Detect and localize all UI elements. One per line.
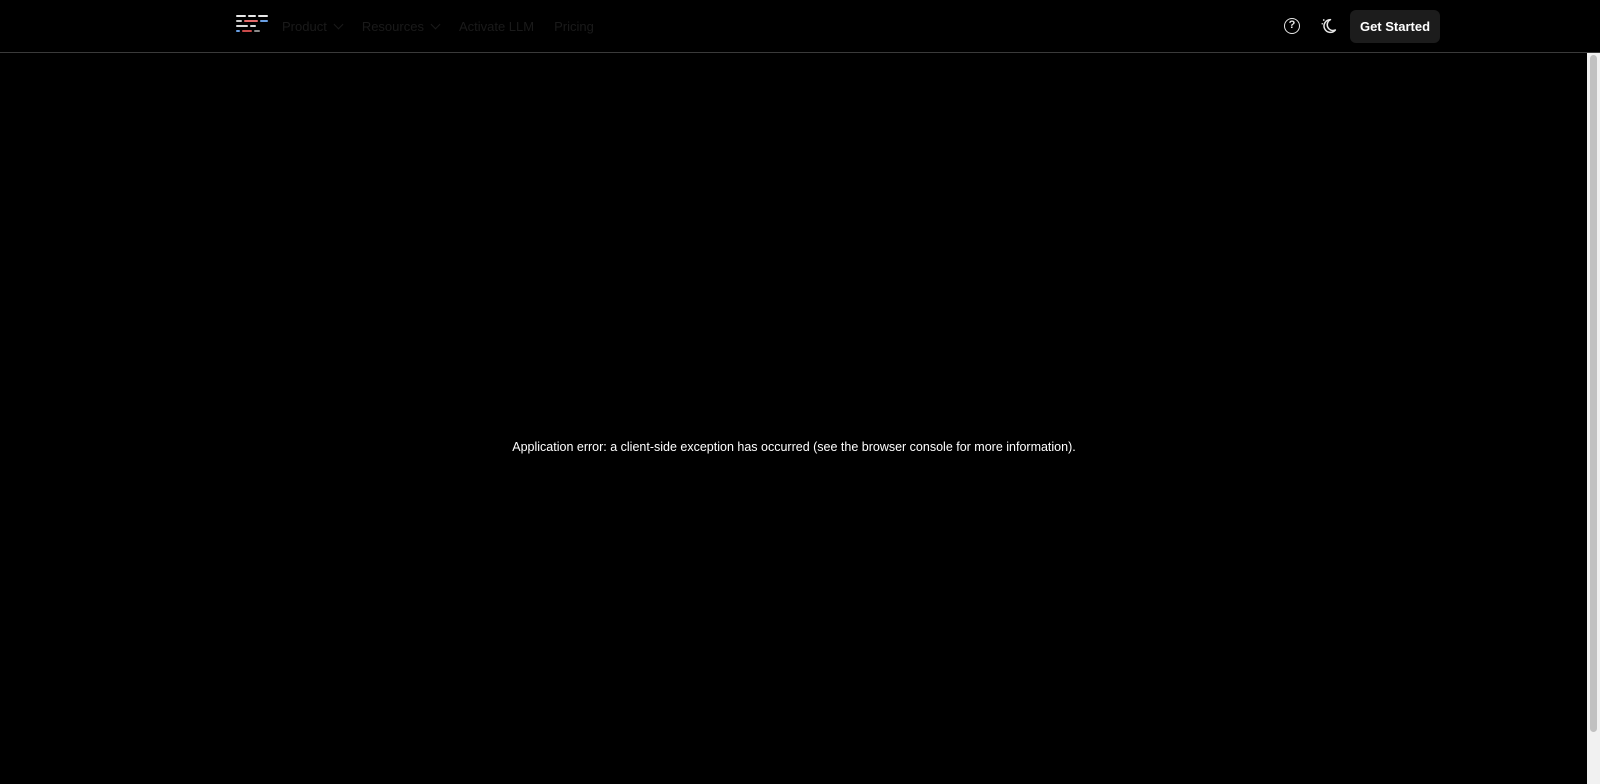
nav-resources[interactable]: Resources (361, 19, 441, 34)
vertical-scrollbar[interactable] (1587, 53, 1600, 784)
nav-activate-llm[interactable]: Activate LLM (459, 19, 534, 34)
nav-resources-label: Resources (361, 19, 424, 34)
page: Product Resources Activate LLM Pricing ?… (0, 0, 1600, 784)
nav-activate-llm-label: Activate LLM (458, 19, 535, 34)
logo-icon[interactable] (236, 15, 270, 35)
nav-product[interactable]: Product (282, 19, 344, 34)
scrollbar-thumb[interactable] (1590, 55, 1597, 732)
get-started-button[interactable]: Get Started (1350, 10, 1440, 43)
moon-icon[interactable] (1320, 17, 1338, 35)
chevron-down-icon (430, 19, 441, 30)
nav-product-label: Product (282, 19, 327, 34)
nav-pricing-label: Pricing (554, 19, 594, 34)
nav-pricing[interactable]: Pricing (554, 19, 594, 34)
primary-nav: Product Resources Activate LLM Pricing (282, 0, 614, 53)
chevron-down-icon (333, 19, 344, 30)
help-circle-icon[interactable]: ? (1284, 18, 1300, 34)
top-navigation: Product Resources Activate LLM Pricing ?… (0, 0, 1600, 53)
error-message: Application error: a client-side excepti… (512, 440, 1076, 454)
